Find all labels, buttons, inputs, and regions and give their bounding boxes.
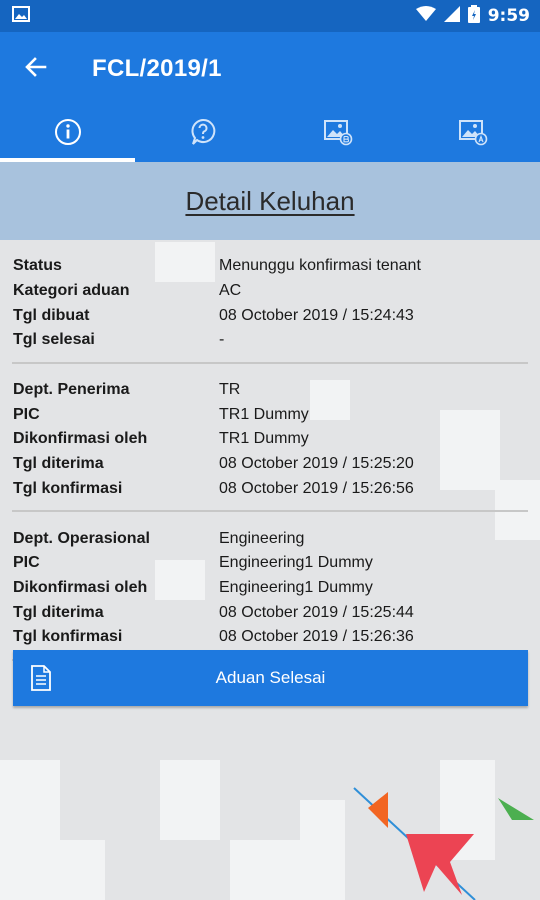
info-circle-icon bbox=[54, 118, 82, 151]
brand-logo bbox=[353, 787, 534, 900]
detail-row: Dikonfirmasi oleh TR1 Dummy bbox=[13, 427, 528, 452]
section-title: Detail Keluhan bbox=[185, 185, 355, 216]
question-bubble-icon bbox=[189, 118, 217, 151]
row-label: Tgl diterima bbox=[13, 603, 104, 621]
detail-row: Dept. Penerima TR bbox=[13, 378, 528, 403]
logo-green-shape bbox=[486, 798, 534, 820]
status-bar: 9:59 bbox=[0, 0, 540, 32]
wifi-icon bbox=[415, 5, 436, 27]
row-value: TR1 Dummy bbox=[219, 430, 309, 448]
row-label: Dikonfirmasi oleh bbox=[13, 578, 148, 596]
row-label: PIC bbox=[13, 405, 40, 423]
row-label: Dikonfirmasi oleh bbox=[13, 430, 148, 448]
detail-row: Tgl dibuat 08 October 2019 / 15:24:43 bbox=[13, 303, 528, 328]
document-list-icon bbox=[13, 665, 69, 691]
row-label: Tgl konfirmasi bbox=[13, 479, 123, 497]
section-header: Detail Keluhan bbox=[0, 162, 540, 240]
image-badge-icon bbox=[458, 118, 488, 151]
detail-row: Kategori aduan AC bbox=[13, 279, 528, 304]
tab-bar bbox=[0, 106, 540, 162]
detail-row: PIC Engineering1 Dummy bbox=[13, 551, 528, 576]
detail-row: Dikonfirmasi oleh Engineering1 Dummy bbox=[13, 576, 528, 601]
row-value: Engineering bbox=[219, 529, 305, 547]
detail-row: Tgl diterima 08 October 2019 / 15:25:44 bbox=[13, 600, 528, 625]
row-value: Engineering1 Dummy bbox=[219, 578, 373, 596]
row-label: Tgl selesai bbox=[13, 331, 95, 349]
clock: 9:59 bbox=[487, 6, 530, 26]
arrow-left-icon bbox=[24, 55, 48, 84]
tab-questions[interactable] bbox=[135, 106, 270, 162]
tab-info[interactable] bbox=[0, 106, 135, 162]
row-value: 08 October 2019 / 15:26:36 bbox=[219, 628, 414, 646]
row-value: 08 October 2019 / 15:25:44 bbox=[219, 603, 414, 621]
row-label: Tgl konfirmasi bbox=[13, 628, 123, 646]
tab-photos-after[interactable] bbox=[405, 106, 540, 162]
row-value: TR bbox=[219, 381, 241, 399]
page-title: FCL/2019/1 bbox=[92, 55, 222, 82]
detail-row: Tgl konfirmasi 08 October 2019 / 15:26:56 bbox=[13, 477, 528, 502]
battery-icon bbox=[467, 4, 480, 28]
detail-row: Status Menunggu konfirmasi tenant bbox=[13, 254, 528, 279]
row-label: Kategori aduan bbox=[13, 282, 130, 300]
row-label: PIC bbox=[13, 554, 40, 572]
tab-photos-before[interactable] bbox=[270, 106, 405, 162]
row-value: Engineering1 Dummy bbox=[219, 554, 373, 572]
row-label: Tgl diterima bbox=[13, 455, 104, 473]
row-value: AC bbox=[219, 282, 242, 300]
row-label: Dept. Penerima bbox=[13, 381, 130, 399]
row-value: 08 October 2019 / 15:26:56 bbox=[219, 479, 414, 497]
row-label: Dept. Operasional bbox=[13, 529, 150, 547]
row-value: 08 October 2019 / 15:24:43 bbox=[219, 306, 414, 324]
row-label: Status bbox=[13, 257, 62, 275]
detail-row: PIC TR1 Dummy bbox=[13, 402, 528, 427]
back-button[interactable] bbox=[0, 32, 72, 106]
logo-orange-shape bbox=[368, 792, 388, 828]
row-value: Menunggu konfirmasi tenant bbox=[219, 257, 421, 275]
complaint-done-button[interactable]: Aduan Selesai bbox=[13, 650, 528, 706]
row-value: - bbox=[219, 331, 225, 349]
logo-red-shape bbox=[406, 834, 474, 895]
row-label: Tgl dibuat bbox=[13, 306, 90, 324]
row-value: 08 October 2019 / 15:25:20 bbox=[219, 455, 414, 473]
signal-icon bbox=[443, 5, 460, 27]
image-badge-icon bbox=[323, 118, 353, 151]
detail-row: Tgl diterima 08 October 2019 / 15:25:20 bbox=[13, 452, 528, 477]
row-value: TR1 Dummy bbox=[219, 405, 309, 423]
detail-row: Tgl konfirmasi 08 October 2019 / 15:26:36 bbox=[13, 625, 528, 650]
detail-card: Status Menunggu konfirmasi tenant Kategor… bbox=[0, 240, 540, 661]
image-notification-icon bbox=[12, 5, 30, 27]
complaint-info-section: Status Menunggu konfirmasi tenant Kategor… bbox=[0, 240, 540, 362]
detail-row: Dept. Operasional Engineering bbox=[13, 526, 528, 551]
receiving-dept-section: Dept. Penerima TR PIC TR1 Dummy Dikonfirma… bbox=[0, 364, 540, 510]
operational-dept-section: Dept. Operasional Engineering PIC Engineer… bbox=[0, 512, 540, 658]
detail-row: Tgl selesai - bbox=[13, 328, 528, 353]
button-label: Aduan Selesai bbox=[215, 668, 326, 687]
app-bar: FCL/2019/1 bbox=[0, 32, 540, 106]
